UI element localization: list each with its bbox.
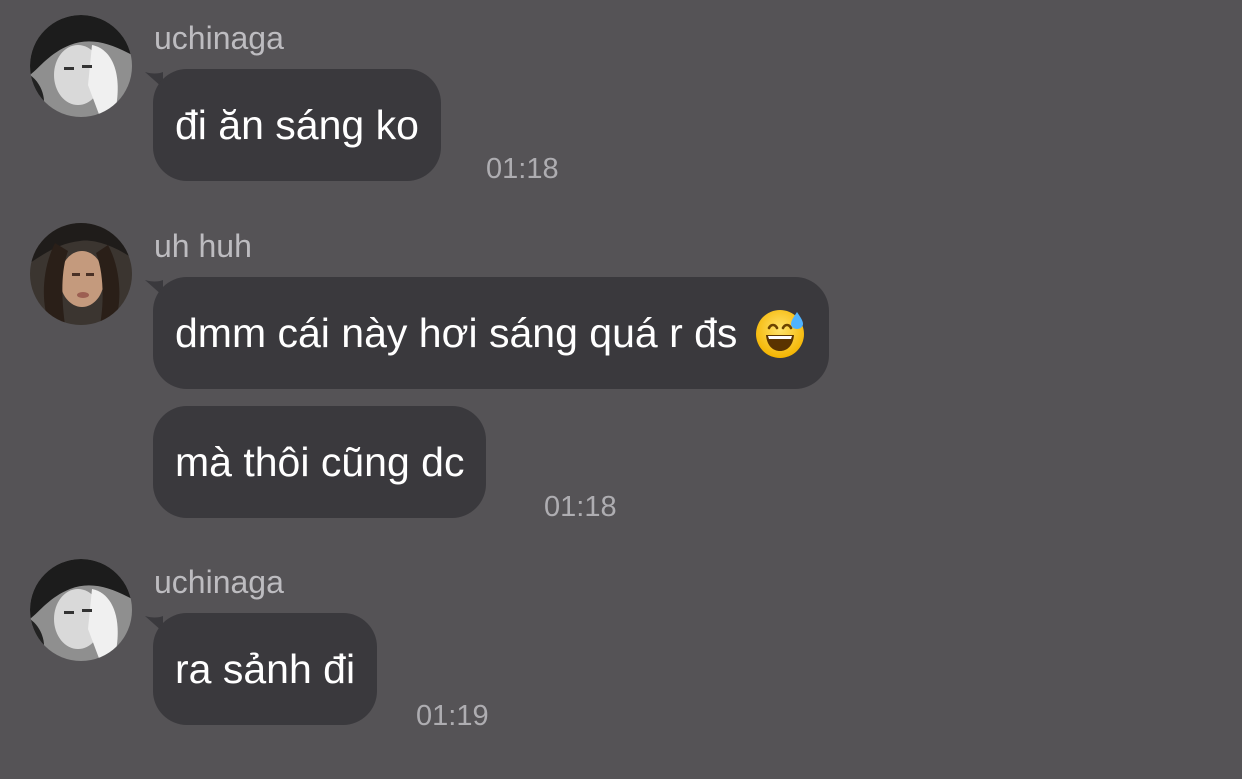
avatar-photo-uchinaga [30,559,132,661]
avatar-photo-uh-huh [30,223,132,325]
avatar-photo-uchinaga [30,15,132,117]
avatar-uh-huh[interactable] [30,223,132,325]
sender-name: uchinaga [154,20,284,56]
message-text: mà thôi cũng dc [175,438,465,485]
avatar-uchinaga[interactable] [30,15,132,117]
message-timestamp: 01:18 [544,491,617,523]
sender-name: uchinaga [154,564,284,600]
message-text: dmm cái này hơi sáng quá r đs [175,309,738,356]
grinning-face-with-sweat-icon [756,310,805,358]
message-timestamp: 01:19 [416,700,489,732]
sender-name: uh huh [154,228,252,264]
message-text: ra sảnh đi [175,645,356,692]
message-bubble[interactable]: đi ăn sáng ko [153,69,441,181]
message-bubble[interactable]: mà thôi cũng dc [153,406,487,518]
message-timestamp: 01:18 [486,153,559,185]
avatar-uchinaga[interactable] [30,559,132,661]
message-bubble[interactable]: dmm cái này hơi sáng quá r đs [153,277,830,389]
message-text: đi ăn sáng ko [175,101,419,148]
message-bubble[interactable]: ra sảnh đi [153,613,378,725]
